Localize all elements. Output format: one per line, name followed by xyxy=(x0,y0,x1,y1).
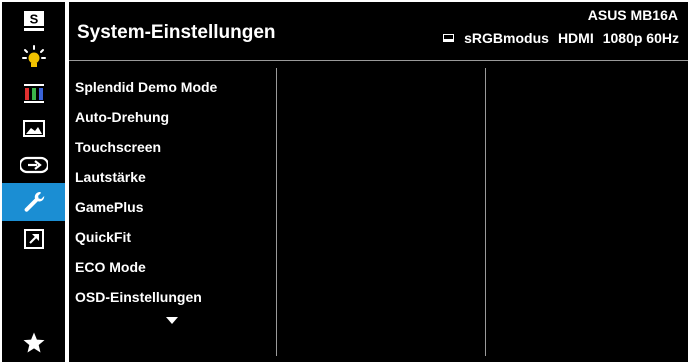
status-bar: sRGBmodus HDMI 1080p 60Hz xyxy=(443,30,679,46)
input-select-icon xyxy=(19,156,48,174)
column-divider-1 xyxy=(276,68,277,356)
status-mode: sRGBmodus xyxy=(464,30,549,46)
menu-list: Splendid Demo Mode Auto-Drehung Touchscr… xyxy=(75,72,217,312)
star-icon xyxy=(23,332,44,353)
menu-item-auto-rotate[interactable]: Auto-Drehung xyxy=(75,102,217,132)
header: System-Einstellungen ASUS MB16A sRGBmodu… xyxy=(69,2,688,61)
sidebar-item-star-empty xyxy=(2,258,65,292)
menu-item-volume[interactable]: Lautstärke xyxy=(75,162,217,192)
sidebar: S xyxy=(2,2,65,362)
bluelight-filter-icon xyxy=(21,45,46,67)
splendid-s-icon: S xyxy=(23,11,44,31)
shortcut-arrow-icon xyxy=(23,229,44,249)
image-icon xyxy=(22,120,45,137)
pip-icon xyxy=(443,34,455,42)
sidebar-item-shortcut[interactable] xyxy=(2,221,65,257)
column-divider-2 xyxy=(485,68,486,356)
sidebar-item-image[interactable] xyxy=(2,111,65,147)
menu-item-osd-settings[interactable]: OSD-Einstellungen xyxy=(75,282,217,312)
osd-window: S System-Einstellungen ASUS MB16A sRGBmo… xyxy=(0,0,690,364)
sidebar-item-color[interactable] xyxy=(2,75,65,111)
menu-item-touchscreen[interactable]: Touchscreen xyxy=(75,132,217,162)
sidebar-item-input[interactable] xyxy=(2,147,65,183)
model-name: ASUS MB16A xyxy=(587,7,678,23)
svg-text:S: S xyxy=(29,12,38,27)
main-panel: System-Einstellungen ASUS MB16A sRGBmodu… xyxy=(69,2,688,362)
sidebar-item-splendid[interactable]: S xyxy=(2,3,65,39)
menu-item-gameplus[interactable]: GamePlus xyxy=(75,192,217,222)
color-bars-icon xyxy=(23,84,44,103)
status-input: HDMI xyxy=(557,30,594,46)
sidebar-item-myfavorite[interactable] xyxy=(2,325,65,361)
sidebar-item-bluelight[interactable] xyxy=(2,39,65,75)
wrench-icon xyxy=(24,191,44,212)
menu-item-quickfit[interactable]: QuickFit xyxy=(75,222,217,252)
status-resolution: 1080p 60Hz xyxy=(602,30,679,46)
scroll-down-icon[interactable] xyxy=(166,317,178,324)
menu-item-splendid-demo[interactable]: Splendid Demo Mode xyxy=(75,72,217,102)
page-title: System-Einstellungen xyxy=(77,22,276,43)
menu-item-eco-mode[interactable]: ECO Mode xyxy=(75,252,217,282)
sidebar-item-system[interactable] xyxy=(2,183,65,221)
